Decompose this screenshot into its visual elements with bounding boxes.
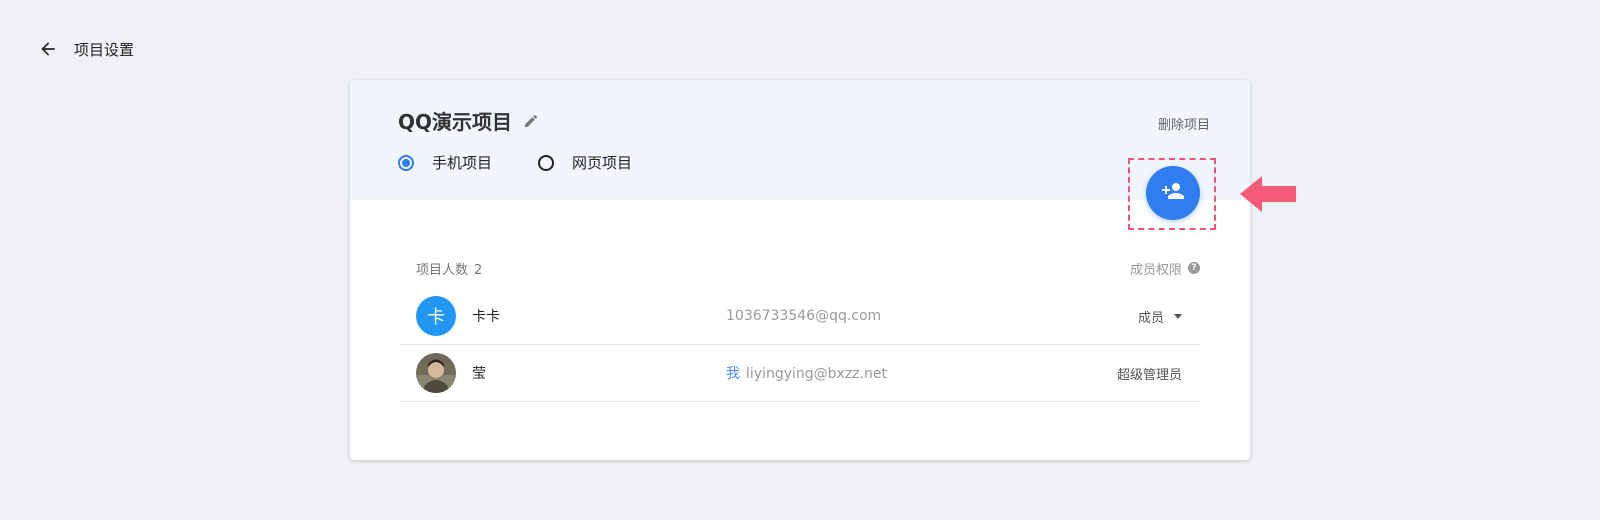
member-list: 卡 卡卡 1036733546@qq.com 成员 莹 我liyingying: [400, 288, 1200, 402]
member-count-value: 2: [474, 262, 483, 278]
member-row: 卡 卡卡 1036733546@qq.com 成员: [400, 288, 1200, 345]
avatar: 卡: [416, 296, 456, 336]
member-email: 1036733546@qq.com: [726, 308, 882, 324]
card-header: QQ演示项目 删除项目 手机项目 网页项目: [350, 80, 1250, 200]
member-email: liyingying@bxzz.net: [746, 366, 887, 382]
member-name: 莹: [472, 366, 486, 382]
members-header: 项目人数 2 成员权限 ?: [416, 258, 1200, 278]
role-label: 超级管理员: [1116, 367, 1182, 383]
pointer-arrow-icon: [1240, 176, 1296, 212]
role-label: 成员: [1137, 310, 1164, 326]
chevron-down-icon: [1174, 313, 1182, 319]
member-count-label: 项目人数: [416, 262, 469, 278]
member-name: 卡卡: [472, 309, 500, 325]
radio-web-project[interactable]: 网页项目: [538, 152, 632, 173]
member-email-cell: 我 liyingying@bxzz.net: [726, 363, 887, 383]
radio-button-unchecked[interactable]: [538, 154, 555, 171]
person-add-icon: [1161, 179, 1185, 207]
member-count: 项目人数 2: [416, 259, 482, 278]
page-title: 项目设置: [74, 40, 135, 59]
radio-button-checked[interactable]: [398, 154, 414, 171]
member-permissions-link[interactable]: 成员权限 ?: [1130, 259, 1200, 278]
radio-mobile-project[interactable]: 手机项目: [398, 152, 492, 173]
member-permissions-label: 成员权限: [1129, 262, 1182, 278]
project-name-row: QQ演示项目: [398, 106, 540, 135]
project-settings-card: QQ演示项目 删除项目 手机项目 网页项目 项目人数 2 成员权限 ? 卡 卡卡…: [350, 80, 1296, 460]
member-row: 莹 我 liyingying@bxzz.net 超级管理员: [400, 345, 1200, 402]
add-member-button[interactable]: [1146, 166, 1200, 220]
pencil-icon[interactable]: [522, 112, 540, 130]
radio-label-web: 网页项目: [572, 154, 633, 172]
role-dropdown[interactable]: 成员: [1138, 307, 1182, 326]
avatar: [416, 353, 456, 393]
project-type-group: 手机项目 网页项目: [398, 152, 678, 173]
question-circle-icon[interactable]: ?: [1188, 262, 1200, 274]
project-name: QQ演示项目: [398, 110, 513, 134]
me-tag: 我: [726, 366, 740, 382]
delete-project-link[interactable]: 删除项目: [1158, 114, 1210, 133]
top-bar: 项目设置: [36, 36, 134, 62]
arrow-left-icon[interactable]: [36, 37, 60, 61]
radio-label-mobile: 手机项目: [432, 154, 493, 172]
